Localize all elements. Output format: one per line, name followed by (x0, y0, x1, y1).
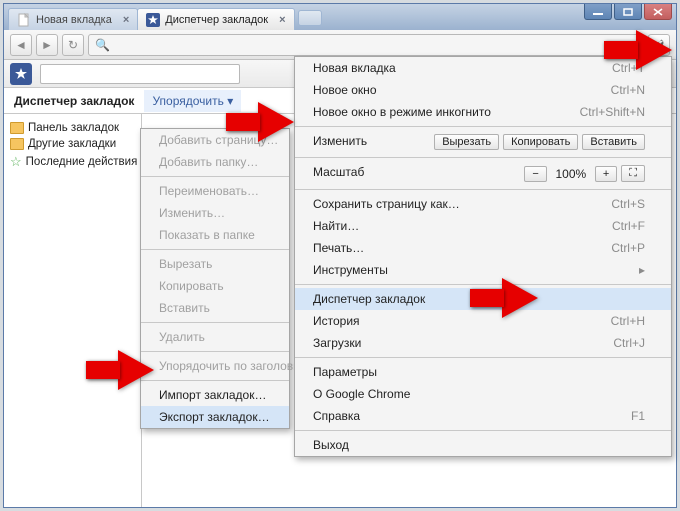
zoom-out-button[interactable]: − (524, 166, 546, 182)
menu-item-export-bookmarks[interactable]: Экспорт закладок… (141, 406, 289, 428)
folder-icon (10, 122, 24, 134)
menu-item-history[interactable]: ИсторияCtrl+H (295, 310, 671, 332)
star-outline-icon: ☆ (10, 154, 22, 170)
bookmark-tree: Панель закладок Другие закладки ☆Последн… (4, 114, 142, 507)
new-tab-button[interactable] (298, 10, 322, 26)
bookmark-search-input[interactable] (40, 64, 240, 84)
menu-item-settings[interactable]: Параметры (295, 361, 671, 383)
close-icon[interactable]: × (123, 14, 129, 26)
menu-item-paste[interactable]: Вставить (141, 297, 289, 319)
menu-item-new-window[interactable]: Новое окноCtrl+N (295, 79, 671, 101)
annotation-arrow (636, 30, 672, 70)
menu-item-cut[interactable]: Вырезать (141, 253, 289, 275)
tab-label: Диспетчер закладок (165, 14, 268, 26)
back-button[interactable]: ◄ (10, 34, 32, 56)
wrench-dropdown-menu: Новая вкладкаCtrl+T Новое окноCtrl+N Нов… (294, 56, 672, 457)
edit-paste-button[interactable]: Вставить (582, 134, 645, 150)
close-icon[interactable]: × (279, 14, 285, 26)
window-titlebar: Новая вкладка × Диспетчер закладок × (4, 4, 676, 30)
annotation-arrow (258, 102, 294, 142)
menu-item-exit[interactable]: Выход (295, 434, 671, 456)
organize-menu-trigger[interactable]: Упорядочить ▾ (144, 90, 241, 112)
chevron-down-icon: ▾ (224, 94, 233, 108)
reload-button[interactable]: ↻ (62, 34, 84, 56)
menu-item-new-tab[interactable]: Новая вкладкаCtrl+T (295, 57, 671, 79)
edit-copy-button[interactable]: Копировать (503, 134, 578, 150)
minimize-button[interactable] (584, 4, 612, 20)
zoom-value: 100% (551, 167, 591, 181)
chevron-right-icon: ▸ (639, 263, 645, 277)
menu-item-delete[interactable]: Удалить (141, 326, 289, 348)
menu-item-sort[interactable]: Упорядочить по заголовкам (141, 355, 289, 377)
folder-icon (10, 138, 24, 150)
menu-item-save-page[interactable]: Сохранить страницу как…Ctrl+S (295, 193, 671, 215)
tab-label: Новая вкладка (36, 14, 112, 26)
menu-item-downloads[interactable]: ЗагрузкиCtrl+J (295, 332, 671, 354)
menu-item-import-bookmarks[interactable]: Импорт закладок… (141, 384, 289, 406)
fullscreen-button[interactable]: ⛶ (621, 165, 645, 182)
bookmark-app-icon (10, 63, 32, 85)
blank-page-icon (17, 13, 31, 27)
tree-node-bookmarks-bar[interactable]: Панель закладок (8, 120, 137, 136)
menu-item-find[interactable]: Найти…Ctrl+F (295, 215, 671, 237)
address-bar[interactable]: 🔍 (88, 34, 644, 56)
edit-cut-button[interactable]: Вырезать (434, 134, 499, 150)
menu-item-incognito[interactable]: Новое окно в режиме инкогнитоCtrl+Shift+… (295, 101, 671, 123)
globe-icon: 🔍 (95, 38, 110, 52)
organize-dropdown-menu: Добавить страницу… Добавить папку… Переи… (140, 128, 290, 429)
menu-item-print[interactable]: Печать…Ctrl+P (295, 237, 671, 259)
menu-item-edit[interactable]: Изменить… (141, 202, 289, 224)
menu-item-show-in-folder[interactable]: Показать в папке (141, 224, 289, 246)
annotation-arrow (118, 350, 154, 390)
menu-item-edit-row: Изменить Вырезать Копировать Вставить (295, 130, 671, 154)
forward-button[interactable]: ► (36, 34, 58, 56)
star-icon (146, 13, 160, 27)
menu-item-add-folder[interactable]: Добавить папку… (141, 151, 289, 173)
menu-item-tools[interactable]: Инструменты▸ (295, 259, 671, 281)
close-window-button[interactable] (644, 4, 672, 20)
tree-node-other-bookmarks[interactable]: Другие закладки (8, 136, 137, 152)
maximize-button[interactable] (614, 4, 642, 20)
menu-item-rename[interactable]: Переименовать… (141, 180, 289, 202)
page-title: Диспетчер закладок (4, 94, 144, 108)
tab-bookmark-manager[interactable]: Диспетчер закладок × (137, 8, 294, 30)
menu-item-help[interactable]: СправкаF1 (295, 405, 671, 427)
zoom-in-button[interactable]: + (595, 166, 617, 182)
tree-node-recent[interactable]: ☆Последние действия (8, 152, 137, 172)
menu-item-copy[interactable]: Копировать (141, 275, 289, 297)
menu-item-about[interactable]: О Google Chrome (295, 383, 671, 405)
annotation-arrow (502, 278, 538, 318)
tab-new-tab[interactable]: Новая вкладка × (8, 8, 138, 30)
menu-item-zoom-row: Масштаб − 100% + ⛶ (295, 161, 671, 186)
